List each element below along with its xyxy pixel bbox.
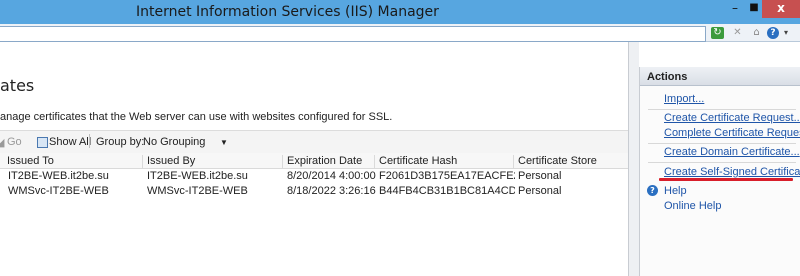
- cell-certificate-store: Personal: [518, 170, 562, 182]
- toolbar-divider: [89, 134, 90, 148]
- help-icon[interactable]: ?: [767, 27, 779, 39]
- action-import[interactable]: Import...: [664, 93, 704, 105]
- filter-toolbar: ◢ Go Show All Group by: No Grouping ▼: [0, 130, 628, 154]
- page-description: anage certificates that the Web server c…: [0, 111, 393, 123]
- go-button[interactable]: Go: [7, 136, 22, 148]
- main-content: ates anage certificates that the Web ser…: [0, 42, 628, 276]
- help-icon: ?: [647, 185, 658, 196]
- red-highlight-underline: [659, 178, 793, 181]
- window-title: Internet Information Services (IIS) Mana…: [136, 4, 439, 20]
- cell-issued-to: WMSvc-IT2BE-WEB: [8, 185, 109, 197]
- cell-expiration-date: 8/20/2014 4:00:00 ...: [287, 170, 377, 182]
- actions-header: Actions: [640, 67, 800, 86]
- pane-splitter[interactable]: [628, 42, 639, 276]
- actions-header-label: Actions: [647, 71, 688, 83]
- table-row[interactable]: WMSvc-IT2BE-WEB WMSvc-IT2BE-WEB 8/18/202…: [0, 184, 628, 199]
- column-header-issued-to[interactable]: Issued To: [3, 155, 145, 168]
- close-button[interactable]: x: [762, 0, 800, 18]
- show-all-icon: [37, 137, 48, 148]
- chevron-down-icon[interactable]: ▼: [220, 138, 228, 147]
- column-header-certificate-store[interactable]: Certificate Store: [513, 155, 628, 168]
- refresh-icon[interactable]: ↻: [711, 27, 724, 39]
- show-all-button[interactable]: Show All: [49, 136, 91, 148]
- group-by-select[interactable]: No Grouping: [143, 136, 205, 148]
- column-header-certificate-hash[interactable]: Certificate Hash: [374, 155, 515, 168]
- cell-issued-by: WMSvc-IT2BE-WEB: [147, 185, 248, 197]
- action-help[interactable]: Help: [664, 185, 687, 197]
- cell-issued-by: IT2BE-WEB.it2be.su: [147, 170, 248, 182]
- filter-icon[interactable]: ◢: [0, 136, 4, 149]
- column-header-expiration-date[interactable]: Expiration Date: [282, 155, 377, 168]
- certificates-table: Issued To Issued By Expiration Date Cert…: [0, 153, 628, 199]
- actions-pane: Actions Import... Create Certificate Req…: [639, 67, 800, 276]
- title-bar: Internet Information Services (IIS) Mana…: [0, 0, 800, 24]
- page-title: ates: [0, 76, 35, 95]
- cell-certificate-hash: B44FB4CB31B1BC81A4CD91A...: [379, 185, 515, 197]
- table-header: Issued To Issued By Expiration Date Cert…: [0, 153, 628, 169]
- cell-certificate-hash: F2061D3B175EA17EACFE2255...: [379, 170, 515, 182]
- action-create-certificate-request[interactable]: Create Certificate Request...: [664, 112, 800, 124]
- column-header-issued-by[interactable]: Issued By: [142, 155, 285, 168]
- help-dropdown-icon[interactable]: ▾: [782, 27, 790, 39]
- address-field[interactable]: [0, 26, 706, 42]
- divider: [648, 143, 796, 144]
- stop-icon[interactable]: ✕: [731, 27, 744, 39]
- action-create-self-signed-certificate[interactable]: Create Self-Signed Certificate...: [664, 166, 800, 178]
- cell-issued-to: IT2BE-WEB.it2be.su: [8, 170, 109, 182]
- cell-expiration-date: 8/18/2022 3:26:16 ...: [287, 185, 377, 197]
- navigation-bar: ↻ ✕ ⌂ ? ▾: [0, 24, 800, 42]
- divider: [648, 109, 796, 110]
- action-complete-certificate-request[interactable]: Complete Certificate Request...: [664, 127, 800, 139]
- table-row[interactable]: IT2BE-WEB.it2be.su IT2BE-WEB.it2be.su 8/…: [0, 169, 628, 184]
- action-create-domain-certificate[interactable]: Create Domain Certificate...: [664, 146, 800, 158]
- home-icon[interactable]: ⌂: [750, 27, 763, 39]
- group-by-label: Group by:: [96, 136, 145, 148]
- action-online-help[interactable]: Online Help: [664, 200, 721, 212]
- divider: [648, 162, 796, 163]
- cell-certificate-store: Personal: [518, 185, 562, 197]
